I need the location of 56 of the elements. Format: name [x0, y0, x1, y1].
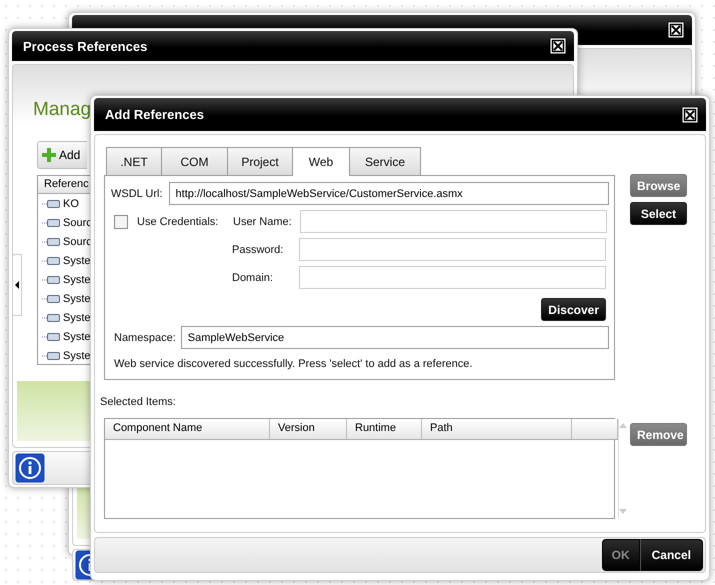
field-label: Namespace: — [114, 332, 176, 344]
column-header: Path — [422, 419, 572, 439]
tab[interactable]: .NET — [106, 147, 162, 175]
column-header: Runtime — [347, 419, 422, 439]
assembly-icon — [41, 256, 61, 266]
close-icon[interactable] — [550, 38, 566, 54]
checkbox[interactable] — [114, 214, 128, 228]
tree-item[interactable]: Syste — [63, 350, 91, 362]
field-label: Password: — [232, 244, 284, 256]
assembly-icon — [41, 218, 61, 228]
tree-item[interactable]: KO — [63, 198, 79, 210]
info-icon[interactable] — [15, 453, 45, 483]
tab[interactable]: Web — [292, 147, 350, 176]
tree-item[interactable]: Syste — [63, 330, 91, 342]
field-label: WSDL Url: — [111, 188, 163, 200]
left-arrow-icon — [15, 281, 19, 289]
window-title: Process References — [23, 38, 148, 54]
assembly-icon — [41, 332, 61, 342]
assembly-icon — [41, 350, 61, 360]
status-message: Web service discovered successfully. Press 'select' to add as a reference. — [114, 358, 474, 370]
assembly-icon — [41, 294, 61, 304]
action-button[interactable]: Select — [630, 202, 687, 225]
input-field[interactable] — [299, 238, 606, 261]
input-field[interactable] — [300, 210, 607, 233]
input-field[interactable] — [299, 266, 606, 289]
page-heading: Manag — [33, 99, 92, 121]
discover-button[interactable]: Discover — [541, 298, 606, 321]
url-field[interactable]: http://localhost/SampleWebService/CustomerService.asmx — [168, 182, 609, 205]
assembly-icon — [41, 198, 61, 208]
tree-item[interactable]: Syste — [63, 312, 91, 324]
tree-item[interactable]: Sourc — [63, 236, 92, 248]
window-title: Add References — [105, 107, 204, 122]
tab[interactable]: Project — [227, 147, 293, 175]
close-icon[interactable] — [682, 106, 698, 122]
close-icon[interactable] — [668, 22, 684, 38]
tree-item[interactable]: Sourc — [63, 216, 92, 228]
assembly-icon — [41, 236, 61, 246]
assembly-icon — [41, 312, 61, 322]
tree-item[interactable]: Syste — [63, 274, 91, 286]
field-label: User Name: — [233, 216, 293, 228]
column-header: Component Name — [105, 419, 270, 439]
section-label: Selected Items: — [100, 396, 177, 408]
tab[interactable]: Service — [349, 147, 421, 175]
tree-item[interactable]: Syste — [63, 254, 91, 266]
assembly-icon — [41, 274, 61, 284]
column-header: Version — [270, 419, 347, 439]
checkbox-label: Use Credentials: — [137, 216, 220, 228]
plus-icon — [42, 148, 56, 162]
field-label: Domain: — [232, 272, 274, 284]
dialog-button[interactable]: Cancel — [640, 539, 703, 571]
column-header: Referenc — [44, 178, 89, 191]
tree-item[interactable]: Syste — [63, 292, 91, 304]
collapse-handle[interactable] — [12, 254, 22, 316]
namespace-field[interactable]: SampleWebService — [180, 326, 609, 349]
tab[interactable]: COM — [161, 147, 228, 175]
add-button[interactable]: Add — [37, 141, 87, 169]
